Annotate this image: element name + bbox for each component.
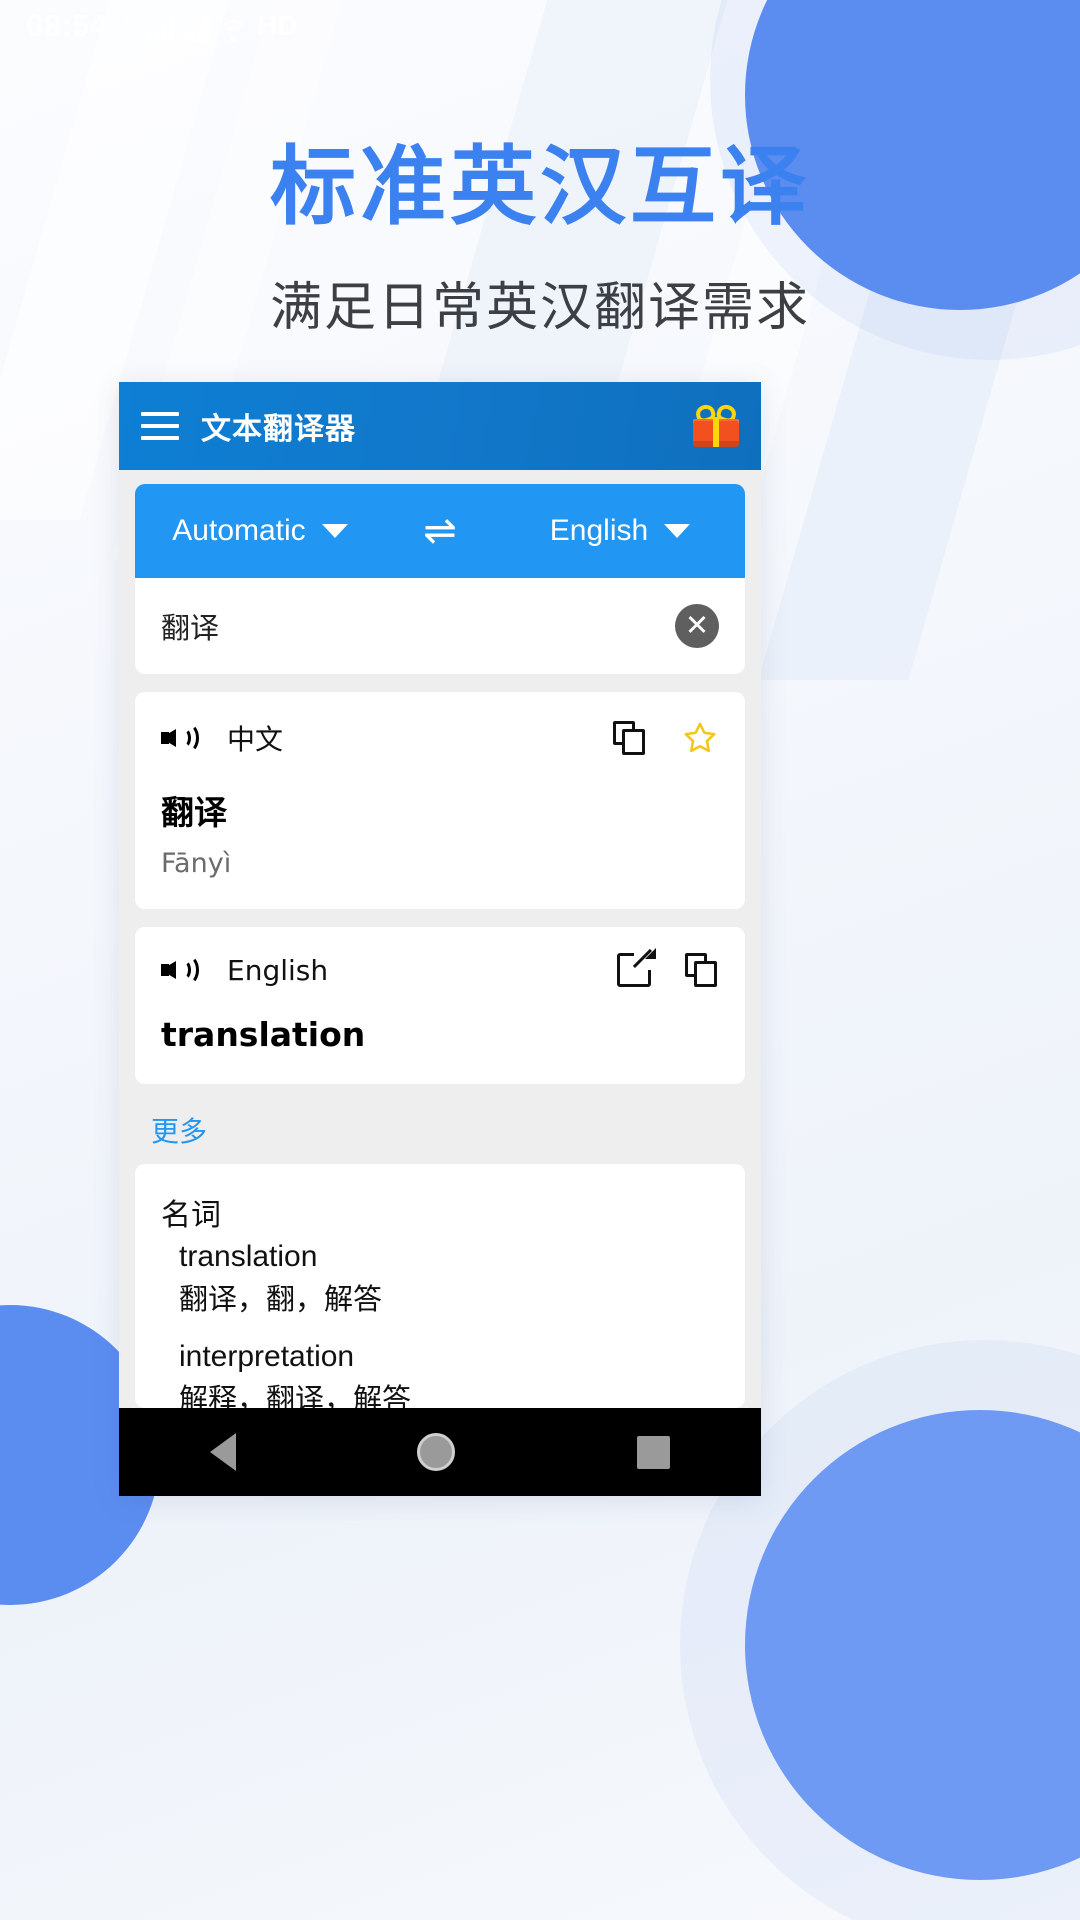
result-pinyin: Fānyì (161, 848, 232, 879)
definition-entry: interpretation 解释，翻译，解答 (179, 1340, 719, 1408)
result-text: 翻译 (161, 793, 227, 832)
definition-gloss: 解释，翻译，解答 (179, 1382, 412, 1408)
android-nav-bar (119, 1408, 761, 1496)
nav-home-icon[interactable] (417, 1433, 456, 1471)
signal-bars-icon (182, 16, 209, 42)
nav-back-icon[interactable] (209, 1433, 236, 1471)
definition-gloss: 翻译，翻，解答 (179, 1282, 383, 1316)
swap-arrows-icon: ⇌ (423, 509, 457, 553)
signal-bars-icon (147, 16, 174, 42)
swap-languages-button[interactable]: ⇌ (385, 511, 495, 551)
speaker-icon[interactable] (161, 953, 203, 987)
app-title: 文本翻译器 (201, 412, 356, 447)
definitions-card: 名词 translation 翻译，翻，解答 interpretation 解释… (135, 1164, 745, 1408)
definition-word: interpretation (179, 1340, 355, 1373)
status-bar: 08:54 3G HD (0, 0, 1080, 52)
definition-entry: translation 翻译，翻，解答 (179, 1240, 719, 1318)
copy-icon[interactable] (613, 721, 647, 755)
hamburger-menu-icon[interactable] (141, 412, 179, 440)
speaker-icon[interactable] (161, 721, 203, 755)
nav-recents-icon[interactable] (637, 1435, 671, 1469)
wifi-icon (218, 18, 248, 42)
target-language-label: English (549, 514, 649, 547)
part-of-speech-label: 名词 (161, 1198, 221, 1233)
app-bar: 文本翻译器 (119, 382, 761, 470)
definition-word: translation (179, 1240, 318, 1273)
hd-label: HD (256, 10, 299, 41)
language-bar: Automatic ⇌ English (135, 484, 745, 578)
result-header: English (161, 948, 719, 987)
result-language-label: 中文 (227, 723, 284, 756)
page-subtitle: 满足日常英汉翻译需求 (269, 278, 810, 338)
star-icon[interactable] (681, 720, 719, 756)
translator-card: Automatic ⇌ English 翻译 ✕ (135, 484, 745, 674)
translation-input-row: 翻译 ✕ (135, 578, 745, 674)
external-link-icon[interactable] (617, 948, 656, 987)
clear-input-button[interactable]: ✕ (675, 604, 719, 648)
result-header: 中文 (161, 718, 719, 758)
result-actions (613, 720, 719, 756)
result-card-source: 中文 翻译 Fānyì (135, 692, 745, 909)
screen-content: Automatic ⇌ English 翻译 ✕ 中文 翻译 Fānyì Eng… (119, 470, 761, 1408)
result-language-label: English (227, 953, 329, 987)
target-language-selector[interactable]: English (495, 514, 745, 548)
chevron-down-icon (321, 524, 348, 538)
gift-icon[interactable] (693, 402, 739, 447)
source-language-label: Automatic (172, 514, 306, 547)
page-title: 标准英汉互译 (270, 137, 810, 237)
status-icons: 3G HD (122, 10, 298, 42)
close-icon: ✕ (684, 609, 710, 642)
chevron-down-icon (664, 524, 691, 538)
result-actions (617, 948, 719, 987)
result-text: translation (161, 1015, 366, 1054)
more-link[interactable]: 更多 (151, 1110, 745, 1150)
copy-icon[interactable] (685, 953, 719, 987)
result-card-target: English translation (135, 927, 745, 1084)
source-language-selector[interactable]: Automatic (135, 514, 385, 548)
phone-screen: 文本翻译器 Automatic ⇌ English 翻译 ✕ 中文 翻译 Fān… (119, 382, 761, 1496)
network-type-label: 3G (121, 10, 143, 27)
status-time: 08:54 (26, 8, 108, 43)
translation-input[interactable]: 翻译 (161, 605, 675, 647)
